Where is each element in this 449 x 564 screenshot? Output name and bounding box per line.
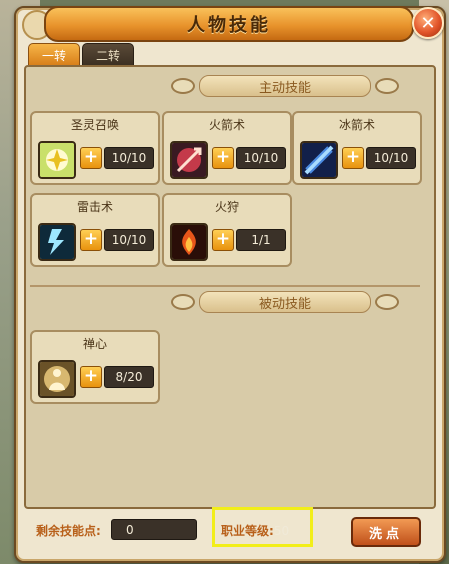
- add-point-button[interactable]: +: [80, 147, 102, 169]
- scroll-ornament-icon: [171, 78, 195, 94]
- remaining-points-label: 剩余技能点:: [36, 524, 101, 538]
- skill-name: 雷击术: [76, 200, 113, 214]
- skill-card-holy-summon: 圣灵召唤 + 10/10: [30, 111, 160, 185]
- add-point-button[interactable]: +: [212, 229, 234, 251]
- skill-name: 冰箭术: [338, 118, 375, 132]
- reset-points-button[interactable]: 洗点: [351, 517, 421, 547]
- skill-name: 火箭术: [208, 118, 245, 132]
- add-point-button[interactable]: +: [212, 147, 234, 169]
- zen-mind-icon[interactable]: [38, 360, 76, 398]
- scroll-ornament-icon: [375, 294, 399, 310]
- skill-level: 10/10: [104, 229, 154, 251]
- skill-name: 圣灵召唤: [70, 118, 119, 132]
- section-divider: [30, 285, 420, 287]
- active-skills-header: 主动技能: [145, 75, 425, 97]
- skill-card-fire-hunt: 火狩 + 1/1: [162, 193, 292, 267]
- scroll-ornament-icon: [171, 294, 195, 310]
- skill-card-fire-arrow: 火箭术 + 10/10: [162, 111, 292, 185]
- remaining-points-field: 0: [111, 519, 197, 540]
- fire-arrow-icon[interactable]: [170, 141, 208, 179]
- remaining-points-value: 0: [126, 522, 134, 537]
- tab-first-class[interactable]: 一转: [28, 43, 80, 67]
- skill-card-thunder-strike: 雷击术 + 10/10: [30, 193, 160, 267]
- tab-label: 一转: [41, 48, 66, 63]
- active-skills-title: 主动技能: [199, 75, 371, 97]
- add-point-button[interactable]: +: [80, 229, 102, 251]
- title-bar[interactable]: 人物技能: [44, 6, 414, 42]
- ice-arrow-icon[interactable]: [300, 141, 338, 179]
- add-point-button[interactable]: +: [342, 147, 364, 169]
- passive-skills-title: 被动技能: [199, 291, 371, 313]
- scroll-ornament-icon: [375, 78, 399, 94]
- window-title: 人物技能: [187, 15, 271, 36]
- skill-name: 火狩: [214, 200, 239, 214]
- skill-card-zen-mind: 禅心 + 8/20: [30, 330, 160, 404]
- job-level-value: 50: [273, 524, 290, 538]
- skill-level: 1/1: [236, 229, 286, 251]
- close-icon: ✕: [420, 12, 436, 34]
- tab-second-class[interactable]: 二转: [82, 43, 134, 67]
- skill-level: 10/10: [236, 147, 286, 169]
- holy-summon-icon[interactable]: [38, 141, 76, 179]
- skill-level: 8/20: [104, 366, 154, 388]
- skill-name: 禅心: [82, 337, 107, 351]
- reset-button-label: 洗点: [368, 526, 403, 542]
- thunder-strike-icon[interactable]: [38, 223, 76, 261]
- tab-label: 二转: [95, 48, 120, 63]
- skill-level: 10/10: [366, 147, 416, 169]
- passive-skills-header: 被动技能: [145, 291, 425, 313]
- skill-card-ice-arrow: 冰箭术 + 10/10: [292, 111, 422, 185]
- job-level-label: 职业等级:50: [221, 524, 290, 538]
- add-point-button[interactable]: +: [80, 366, 102, 388]
- close-button[interactable]: ✕: [412, 7, 444, 39]
- fire-hunt-icon[interactable]: [170, 223, 208, 261]
- skill-level: 10/10: [104, 147, 154, 169]
